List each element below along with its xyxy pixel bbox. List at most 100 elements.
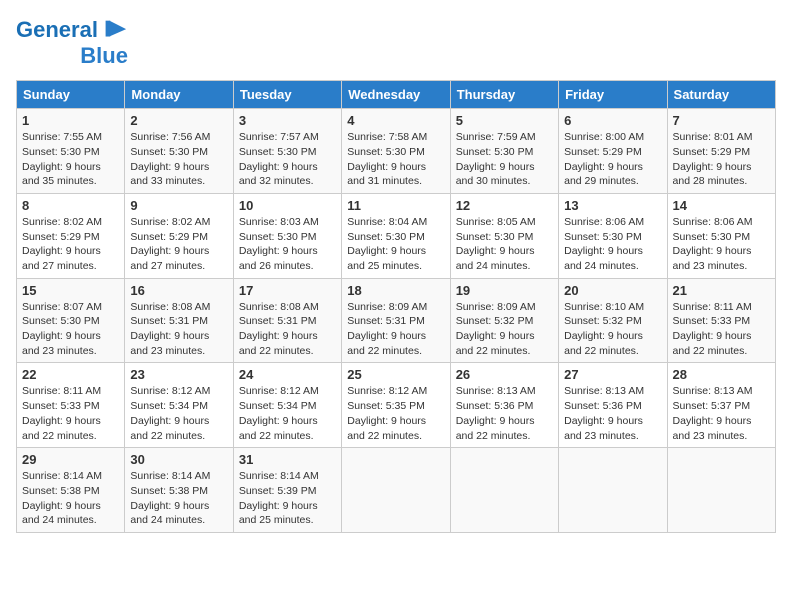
- day-info: Sunrise: 8:10 AMSunset: 5:32 PMDaylight:…: [564, 300, 661, 359]
- day-info: Sunrise: 8:11 AMSunset: 5:33 PMDaylight:…: [22, 384, 119, 443]
- day-number: 8: [22, 198, 119, 213]
- calendar-cell: 2Sunrise: 7:56 AMSunset: 5:30 PMDaylight…: [125, 109, 233, 194]
- calendar-cell: 26 Sunrise: 8:13 AMSunset: 5:36 PMDayligh…: [450, 363, 558, 448]
- calendar-cell: [559, 448, 667, 533]
- calendar-cell: 10 Sunrise: 8:03 AMSunset: 5:30 PMDayligh…: [233, 193, 341, 278]
- weekday-header-sunday: Sunday: [17, 81, 125, 109]
- calendar-cell: [342, 448, 450, 533]
- day-number: 22: [22, 367, 119, 382]
- calendar-cell: 3Sunrise: 7:57 AMSunset: 5:30 PMDaylight…: [233, 109, 341, 194]
- day-info: Sunrise: 8:03 AMSunset: 5:30 PMDaylight:…: [239, 215, 336, 274]
- day-number: 13: [564, 198, 661, 213]
- day-info: Sunrise: 8:06 AMSunset: 5:30 PMDaylight:…: [564, 215, 661, 274]
- calendar-cell: 5 Sunrise: 7:59 AMSunset: 5:30 PMDaylight…: [450, 109, 558, 194]
- day-info: Sunrise: 8:08 AMSunset: 5:31 PMDaylight:…: [130, 300, 227, 359]
- day-number: 7: [673, 113, 770, 128]
- logo-text: General: [16, 18, 98, 42]
- day-number: 18: [347, 283, 444, 298]
- calendar-cell: 18Sunrise: 8:09 AMSunset: 5:31 PMDayligh…: [342, 278, 450, 363]
- logo-icon: [100, 16, 128, 44]
- calendar-cell: 14 Sunrise: 8:06 AMSunset: 5:30 PMDayligh…: [667, 193, 775, 278]
- day-info: Sunrise: 8:05 AMSunset: 5:30 PMDaylight:…: [456, 215, 553, 274]
- day-number: 16: [130, 283, 227, 298]
- day-number: 21: [673, 283, 770, 298]
- calendar-week-4: 22 Sunrise: 8:11 AMSunset: 5:33 PMDayligh…: [17, 363, 776, 448]
- day-number: 29: [22, 452, 119, 467]
- day-number: 1: [22, 113, 119, 128]
- day-info: Sunrise: 8:13 AMSunset: 5:37 PMDaylight:…: [673, 384, 770, 443]
- day-number: 24: [239, 367, 336, 382]
- day-info: Sunrise: 7:59 AMSunset: 5:30 PMDaylight:…: [456, 130, 553, 189]
- day-info: Sunrise: 8:11 AMSunset: 5:33 PMDaylight:…: [673, 300, 770, 359]
- calendar-cell: 20 Sunrise: 8:10 AMSunset: 5:32 PMDayligh…: [559, 278, 667, 363]
- weekday-header-saturday: Saturday: [667, 81, 775, 109]
- calendar-cell: 31Sunrise: 8:14 AMSunset: 5:39 PMDayligh…: [233, 448, 341, 533]
- calendar-cell: 7 Sunrise: 8:01 AMSunset: 5:29 PMDaylight…: [667, 109, 775, 194]
- day-number: 11: [347, 198, 444, 213]
- calendar-cell: 12 Sunrise: 8:05 AMSunset: 5:30 PMDayligh…: [450, 193, 558, 278]
- calendar-cell: 21 Sunrise: 8:11 AMSunset: 5:33 PMDayligh…: [667, 278, 775, 363]
- day-number: 30: [130, 452, 227, 467]
- day-info: Sunrise: 7:55 AMSunset: 5:30 PMDaylight:…: [22, 130, 119, 189]
- calendar-cell: 19Sunrise: 8:09 AMSunset: 5:32 PMDayligh…: [450, 278, 558, 363]
- day-info: Sunrise: 8:01 AMSunset: 5:29 PMDaylight:…: [673, 130, 770, 189]
- calendar-week-5: 29 Sunrise: 8:14 AMSunset: 5:38 PMDayligh…: [17, 448, 776, 533]
- calendar-cell: 11 Sunrise: 8:04 AMSunset: 5:30 PMDayligh…: [342, 193, 450, 278]
- calendar-week-1: 1 Sunrise: 7:55 AMSunset: 5:30 PMDaylight…: [17, 109, 776, 194]
- day-number: 20: [564, 283, 661, 298]
- day-number: 26: [456, 367, 553, 382]
- calendar-cell: 13 Sunrise: 8:06 AMSunset: 5:30 PMDayligh…: [559, 193, 667, 278]
- day-number: 4: [347, 113, 444, 128]
- day-info: Sunrise: 8:12 AMSunset: 5:35 PMDaylight:…: [347, 384, 444, 443]
- day-info: Sunrise: 8:00 AMSunset: 5:29 PMDaylight:…: [564, 130, 661, 189]
- day-number: 12: [456, 198, 553, 213]
- calendar-cell: 17Sunrise: 8:08 AMSunset: 5:31 PMDayligh…: [233, 278, 341, 363]
- calendar-cell: 24 Sunrise: 8:12 AMSunset: 5:34 PMDayligh…: [233, 363, 341, 448]
- day-number: 27: [564, 367, 661, 382]
- calendar-cell: 25 Sunrise: 8:12 AMSunset: 5:35 PMDayligh…: [342, 363, 450, 448]
- calendar-cell: 4 Sunrise: 7:58 AMSunset: 5:30 PMDaylight…: [342, 109, 450, 194]
- logo: General Blue: [16, 16, 128, 68]
- day-info: Sunrise: 8:04 AMSunset: 5:30 PMDaylight:…: [347, 215, 444, 274]
- day-info: Sunrise: 8:12 AMSunset: 5:34 PMDaylight:…: [239, 384, 336, 443]
- day-info: Sunrise: 7:57 AMSunset: 5:30 PMDaylight:…: [239, 130, 336, 189]
- calendar-cell: 1 Sunrise: 7:55 AMSunset: 5:30 PMDaylight…: [17, 109, 125, 194]
- weekday-header-tuesday: Tuesday: [233, 81, 341, 109]
- weekday-header-wednesday: Wednesday: [342, 81, 450, 109]
- calendar-cell: [450, 448, 558, 533]
- day-number: 14: [673, 198, 770, 213]
- day-number: 9: [130, 198, 227, 213]
- day-info: Sunrise: 8:13 AMSunset: 5:36 PMDaylight:…: [456, 384, 553, 443]
- day-number: 15: [22, 283, 119, 298]
- calendar-cell: 8Sunrise: 8:02 AMSunset: 5:29 PMDaylight…: [17, 193, 125, 278]
- day-number: 5: [456, 113, 553, 128]
- calendar-cell: 9 Sunrise: 8:02 AMSunset: 5:29 PMDaylight…: [125, 193, 233, 278]
- calendar-cell: 16 Sunrise: 8:08 AMSunset: 5:31 PMDayligh…: [125, 278, 233, 363]
- weekday-header-monday: Monday: [125, 81, 233, 109]
- calendar-cell: 29 Sunrise: 8:14 AMSunset: 5:38 PMDayligh…: [17, 448, 125, 533]
- day-info: Sunrise: 7:58 AMSunset: 5:30 PMDaylight:…: [347, 130, 444, 189]
- logo-blue-text: Blue: [80, 44, 128, 68]
- day-number: 28: [673, 367, 770, 382]
- calendar-cell: 23 Sunrise: 8:12 AMSunset: 5:34 PMDayligh…: [125, 363, 233, 448]
- day-info: Sunrise: 8:12 AMSunset: 5:34 PMDaylight:…: [130, 384, 227, 443]
- calendar-cell: 30 Sunrise: 8:14 AMSunset: 5:38 PMDayligh…: [125, 448, 233, 533]
- day-number: 25: [347, 367, 444, 382]
- day-number: 6: [564, 113, 661, 128]
- day-number: 2: [130, 113, 227, 128]
- day-info: Sunrise: 8:07 AMSunset: 5:30 PMDaylight:…: [22, 300, 119, 359]
- day-number: 10: [239, 198, 336, 213]
- day-number: 23: [130, 367, 227, 382]
- page-header: General Blue: [16, 16, 776, 68]
- weekday-header-thursday: Thursday: [450, 81, 558, 109]
- day-info: Sunrise: 8:09 AMSunset: 5:32 PMDaylight:…: [456, 300, 553, 359]
- day-info: Sunrise: 8:14 AMSunset: 5:39 PMDaylight:…: [239, 469, 336, 528]
- calendar-week-3: 15 Sunrise: 8:07 AMSunset: 5:30 PMDayligh…: [17, 278, 776, 363]
- day-info: Sunrise: 8:02 AMSunset: 5:29 PMDaylight:…: [130, 215, 227, 274]
- day-info: Sunrise: 8:06 AMSunset: 5:30 PMDaylight:…: [673, 215, 770, 274]
- day-info: Sunrise: 8:14 AMSunset: 5:38 PMDaylight:…: [22, 469, 119, 528]
- weekday-header-friday: Friday: [559, 81, 667, 109]
- day-info: Sunrise: 8:08 AMSunset: 5:31 PMDaylight:…: [239, 300, 336, 359]
- day-info: Sunrise: 8:14 AMSunset: 5:38 PMDaylight:…: [130, 469, 227, 528]
- calendar-cell: 15 Sunrise: 8:07 AMSunset: 5:30 PMDayligh…: [17, 278, 125, 363]
